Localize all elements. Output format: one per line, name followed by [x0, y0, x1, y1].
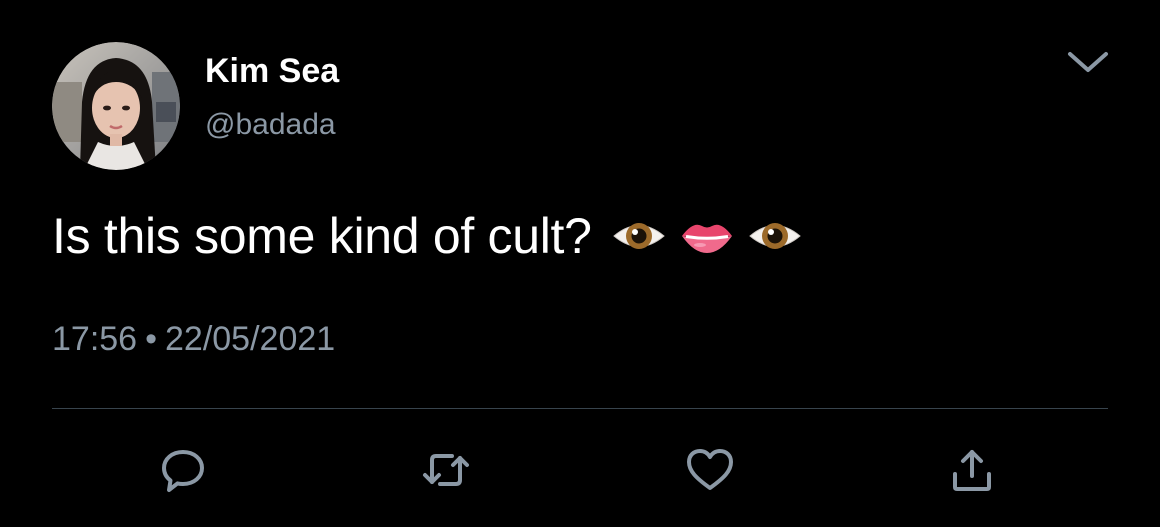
retweet-arrows-icon [423, 454, 469, 486]
tweet-time: 17:56 [52, 320, 138, 358]
share-button[interactable] [946, 444, 998, 496]
emoji-row [612, 213, 802, 259]
tweet-text: Is this some kind of cult? [52, 208, 592, 264]
profile-photo-icon [52, 42, 180, 170]
speech-bubble-icon [162, 450, 204, 492]
tweet-date: 22/05/2021 [165, 320, 336, 358]
share-upload-icon [953, 450, 991, 491]
separator-dot: • [145, 320, 157, 358]
like-button[interactable] [684, 444, 736, 496]
divider [52, 408, 1108, 409]
retweet-button[interactable] [420, 444, 472, 496]
author-display-name[interactable]: Kim Sea [205, 52, 339, 91]
lips-emoji-icon [681, 224, 732, 253]
author-handle[interactable]: @badada [205, 108, 336, 142]
eye-emoji-icon [748, 223, 801, 249]
tweet-body: Is this some kind of cult? [52, 206, 802, 266]
reply-button[interactable] [157, 444, 209, 496]
avatar[interactable] [52, 42, 180, 170]
eye-emoji-icon [612, 223, 665, 249]
tweet-timestamp[interactable]: 17:56 • 22/05/2021 [52, 320, 335, 359]
heart-icon [687, 449, 733, 490]
chevron-down-icon[interactable] [1066, 46, 1110, 78]
